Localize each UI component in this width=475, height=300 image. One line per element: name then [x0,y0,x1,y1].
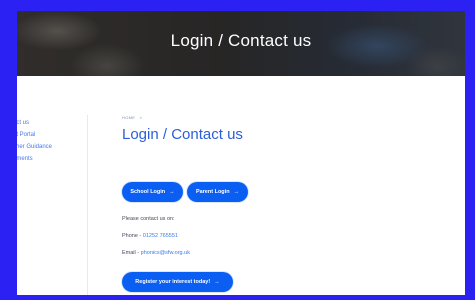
arrow-right-icon: → [214,279,220,285]
contact-intro: Please contact us on: [122,216,175,222]
phone-link[interactable]: 01252 765551 [143,233,178,239]
breadcrumb: HOME » [122,115,452,123]
sidebar-item-contact[interactable]: act us [17,117,87,129]
email-link[interactable]: phonics@sfw.org.uk [141,250,190,256]
register-interest-button[interactable]: Register your interest today! → [122,272,233,292]
sidebar-item-portal[interactable]: nt Portal [17,129,87,141]
contact-phone: Phone - 01252 765551 [122,233,178,239]
breadcrumb-arrow-icon: » [139,115,143,120]
phone-label: Phone - [122,233,143,239]
main-content: HOME » Login / Contact us School Login → … [122,115,452,292]
contact-email: Email - phonics@sfw.org.uk [122,250,190,256]
sidebar-item-documents[interactable]: uments [17,153,87,165]
register-label: Register your interest today! [135,279,211,285]
arrow-right-icon: → [233,189,240,195]
parent-login-label: Parent Login [195,189,230,195]
parent-login-button[interactable]: Parent Login → [187,182,248,202]
sidebar-nav: act us nt Portal cher Guidance uments [17,117,87,165]
email-label: Email - [122,250,141,256]
breadcrumb-home[interactable]: HOME [122,115,135,120]
sidebar-divider [87,115,88,295]
arrow-right-icon: → [169,189,175,195]
school-login-label: School Login [130,189,166,195]
page-title: Login / Contact us [122,126,243,143]
hero-banner: Login / Contact us [17,11,465,76]
sidebar-item-guidance[interactable]: cher Guidance [17,141,87,153]
page-frame: Login / Contact us act us nt Portal cher… [17,11,465,295]
school-login-button[interactable]: School Login → [122,182,183,202]
hero-title: Login / Contact us [170,31,312,50]
